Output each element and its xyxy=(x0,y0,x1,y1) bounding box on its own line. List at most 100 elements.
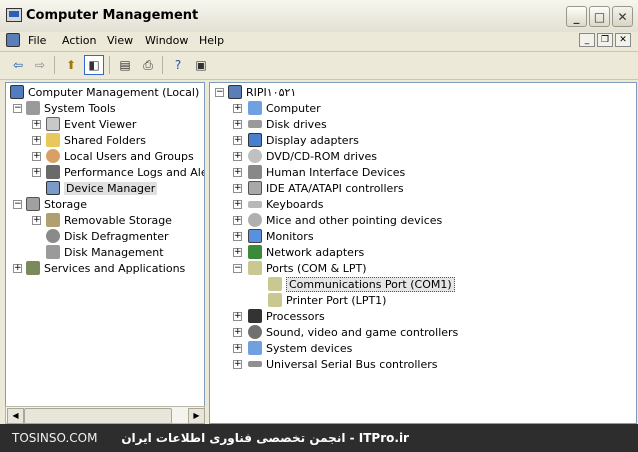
computer-management-window: Computer Management _ □ ✕ File Action Vi… xyxy=(0,0,638,452)
device-category-disk-drives[interactable]: Disk drives xyxy=(248,116,327,132)
processor-icon xyxy=(248,309,262,323)
collapse-icon[interactable]: − xyxy=(13,200,22,209)
expand-icon[interactable]: + xyxy=(32,136,41,145)
expand-icon[interactable]: + xyxy=(233,168,242,177)
help-icon[interactable]: ? xyxy=(168,55,188,75)
tree-item-label: DVD/CD-ROM drives xyxy=(266,149,377,163)
expand-icon[interactable]: + xyxy=(233,344,242,353)
expand-icon[interactable]: + xyxy=(32,216,41,225)
device-tree-pane[interactable]: − RIPI۱۰۵۲۱ + Computer + Disk drives + D… xyxy=(209,82,637,424)
expand-icon[interactable]: + xyxy=(233,216,242,225)
back-arrow-icon[interactable]: ⇦ xyxy=(8,55,28,75)
up-folder-icon[interactable]: ⬆ xyxy=(61,55,81,75)
collapse-icon[interactable]: − xyxy=(215,88,224,97)
tree-item-label: Removable Storage xyxy=(64,213,172,227)
tree-item-event-viewer[interactable]: Event Viewer xyxy=(46,116,136,132)
tree-item-label: Human Interface Devices xyxy=(266,165,406,179)
device-category-display-adapters[interactable]: Display adapters xyxy=(248,132,359,148)
status-left-text: TOSINSO.COM xyxy=(12,431,98,445)
expand-icon[interactable]: + xyxy=(233,200,242,209)
properties-icon[interactable]: ▤ xyxy=(115,55,135,75)
defragmenter-icon xyxy=(46,229,60,243)
expand-icon[interactable]: + xyxy=(32,168,41,177)
mouse-icon xyxy=(248,213,262,227)
tree-item-device-manager[interactable]: Device Manager xyxy=(46,180,158,196)
close-button[interactable]: ✕ xyxy=(612,6,633,27)
tree-item-local-users-and-groups[interactable]: Local Users and Groups xyxy=(46,148,194,164)
device-view-icon[interactable]: ▣ xyxy=(191,55,211,75)
expand-icon[interactable]: + xyxy=(32,152,41,161)
tree-item-label: Monitors xyxy=(266,229,314,243)
tree-item-performance-logs[interactable]: Performance Logs and Alerts xyxy=(46,164,204,180)
tree-item-services-and-applications[interactable]: Services and Applications xyxy=(26,260,185,276)
tree-item-label: Processors xyxy=(266,309,325,323)
collapse-icon[interactable]: − xyxy=(13,104,22,113)
hid-icon xyxy=(248,165,262,179)
device-category-mice[interactable]: Mice and other pointing devices xyxy=(248,212,442,228)
device-category-monitors[interactable]: Monitors xyxy=(248,228,314,244)
menu-file[interactable]: File xyxy=(28,34,46,47)
device-tree-root[interactable]: RIPI۱۰۵۲۱ xyxy=(228,84,296,100)
tree-item-label: Printer Port (LPT1) xyxy=(286,293,387,307)
device-category-processors[interactable]: Processors xyxy=(248,308,325,324)
device-com1[interactable]: Communications Port (COM1) xyxy=(268,276,455,292)
device-manager-icon xyxy=(46,181,60,195)
tree-item-label: System devices xyxy=(266,341,353,355)
tree-item-disk-management[interactable]: Disk Management xyxy=(46,244,164,260)
port-icon xyxy=(268,293,282,307)
device-category-system-devices[interactable]: System devices xyxy=(248,340,352,356)
expand-icon[interactable]: + xyxy=(233,120,242,129)
scroll-left-icon[interactable]: ◀ xyxy=(7,408,24,424)
scroll-thumb[interactable] xyxy=(24,408,172,424)
tree-item-shared-folders[interactable]: Shared Folders xyxy=(46,132,146,148)
device-category-network-adapters[interactable]: Network adapters xyxy=(248,244,364,260)
tree-item-label: Services and Applications xyxy=(44,261,186,275)
mdi-close-button[interactable]: ✕ xyxy=(615,33,631,47)
scroll-right-icon[interactable]: ▶ xyxy=(188,408,205,424)
tree-item-computer-management[interactable]: Computer Management (Local) xyxy=(10,84,199,100)
status-right-text: انجمن تخصصی فناوری اطلاعات ایران - ITPro… xyxy=(121,431,409,445)
maximize-button[interactable]: □ xyxy=(589,6,610,27)
expand-icon[interactable]: + xyxy=(233,104,242,113)
device-category-ide[interactable]: IDE ATA/ATAPI controllers xyxy=(248,180,404,196)
device-category-computer[interactable]: Computer xyxy=(248,100,321,116)
expand-icon[interactable]: + xyxy=(233,184,242,193)
forward-arrow-icon[interactable]: ⇨ xyxy=(30,55,50,75)
tree-item-removable-storage[interactable]: Removable Storage xyxy=(46,212,172,228)
toolbar: ⇦ ⇨ ⬆ ◧ ▤ ⎙ ? ▣ xyxy=(0,52,638,78)
collapse-icon[interactable]: − xyxy=(233,264,242,273)
expand-icon[interactable]: + xyxy=(233,328,242,337)
expand-icon[interactable]: + xyxy=(233,248,242,257)
menu-help[interactable]: Help xyxy=(199,34,224,47)
mdi-restore-button[interactable]: ❐ xyxy=(597,33,613,47)
expand-icon[interactable]: + xyxy=(233,312,242,321)
device-category-sound[interactable]: Sound, video and game controllers xyxy=(248,324,458,340)
expand-icon[interactable]: + xyxy=(233,152,242,161)
menu-action[interactable]: Action xyxy=(62,34,96,47)
expand-icon[interactable]: + xyxy=(13,264,22,273)
tree-item-system-tools[interactable]: System Tools xyxy=(26,100,116,116)
menu-view[interactable]: View xyxy=(107,34,133,47)
horizontal-scrollbar[interactable]: ◀ ▶ xyxy=(5,406,205,424)
expand-icon[interactable]: + xyxy=(32,120,41,129)
device-category-usb[interactable]: Universal Serial Bus controllers xyxy=(248,356,437,372)
mmc-document-icon[interactable] xyxy=(6,33,20,47)
device-lpt1[interactable]: Printer Port (LPT1) xyxy=(268,292,386,308)
device-category-keyboards[interactable]: Keyboards xyxy=(248,196,323,212)
mdi-minimize-button[interactable]: _ xyxy=(579,33,595,47)
expand-icon[interactable]: + xyxy=(233,360,242,369)
print-icon[interactable]: ⎙ xyxy=(138,55,158,75)
expand-icon[interactable]: + xyxy=(233,232,242,241)
menu-window[interactable]: Window xyxy=(145,34,188,47)
expand-icon[interactable]: + xyxy=(233,136,242,145)
computer-icon xyxy=(248,101,262,115)
device-category-ports[interactable]: Ports (COM & LPT) xyxy=(248,260,367,276)
device-category-hid[interactable]: Human Interface Devices xyxy=(248,164,405,180)
console-tree-pane[interactable]: Computer Management (Local) − System Too… xyxy=(5,82,205,424)
minimize-button[interactable]: _ xyxy=(566,6,587,27)
services-icon xyxy=(26,261,40,275)
device-category-dvd-cdrom[interactable]: DVD/CD-ROM drives xyxy=(248,148,377,164)
tree-item-storage[interactable]: Storage xyxy=(26,196,87,212)
tree-item-disk-defragmenter[interactable]: Disk Defragmenter xyxy=(46,228,169,244)
show-hide-tree-icon[interactable]: ◧ xyxy=(84,55,104,75)
